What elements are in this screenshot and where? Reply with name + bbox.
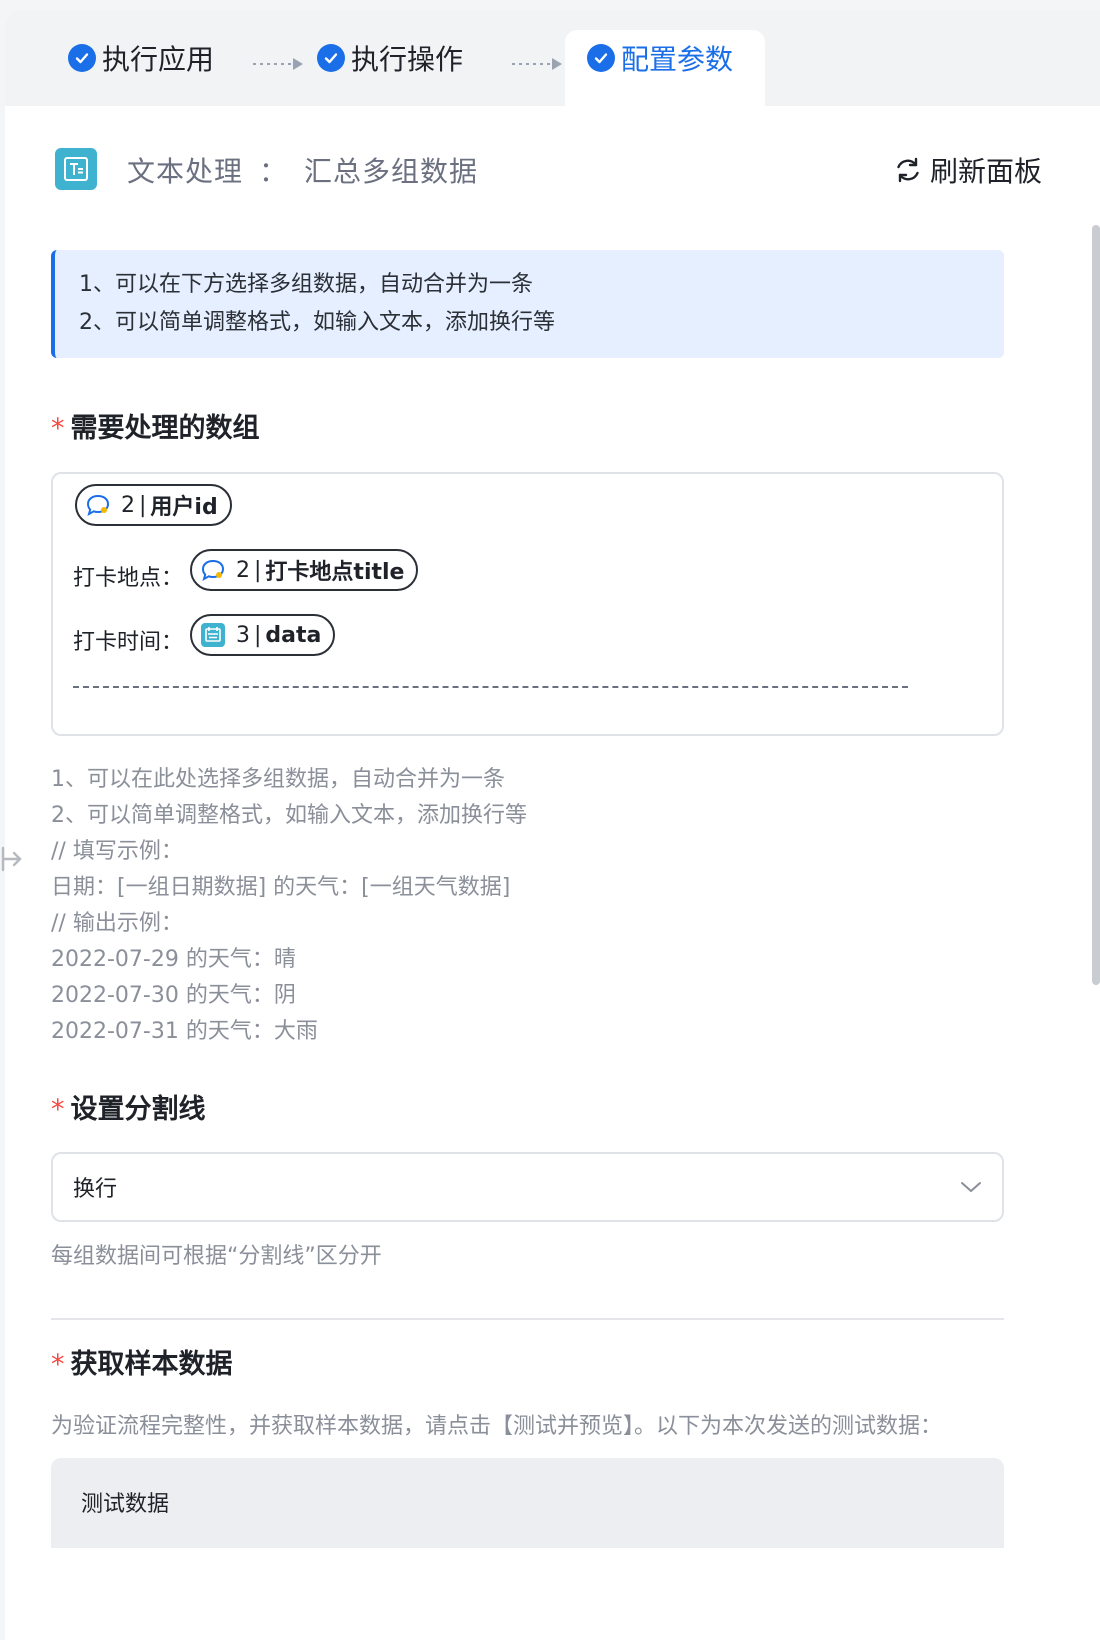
required-mark: * bbox=[51, 413, 65, 444]
field-label-text: 设置分割线 bbox=[70, 1094, 206, 1125]
required-mark: * bbox=[51, 1094, 65, 1125]
chip-divider: | bbox=[254, 622, 262, 648]
help-line: // 填写示例： bbox=[51, 839, 183, 864]
help-line: 日期：[一组日期数据] 的天气：[一组天气数据] bbox=[51, 875, 511, 900]
field-label-text: 获取样本数据 bbox=[70, 1349, 233, 1380]
sample-hint: 为验证流程完整性，并获取样本数据，请点击【测试并预览】。以下为本次发送的测试数据… bbox=[51, 1414, 943, 1439]
help-line: 2、可以简单调整格式，如输入文本，添加换行等 bbox=[51, 803, 527, 828]
data-chip-user-id[interactable]: 2 | 用户id bbox=[75, 484, 232, 526]
help-line: 1、可以在此处选择多组数据，自动合并为一条 bbox=[51, 767, 505, 792]
header: 文本处理 ： 汇总多组数据 刷新面板 bbox=[5, 140, 1100, 200]
step-execute-action[interactable]: 执行操作 bbox=[317, 28, 463, 88]
step-label: 执行应用 bbox=[102, 43, 215, 76]
line-label-time: 打卡时间： bbox=[73, 630, 184, 655]
page-title: 文本处理 ： 汇总多组数据 bbox=[127, 150, 478, 190]
step-tabs: 执行应用 执行操作 配置参数 bbox=[5, 10, 1100, 108]
help-line: // 输出示例： bbox=[51, 911, 183, 936]
help-line: 2022-07-30 的天气：阴 bbox=[51, 983, 296, 1008]
refresh-label: 刷新面板 bbox=[929, 155, 1042, 188]
app-name: 文本处理 bbox=[127, 155, 244, 188]
calendar-icon bbox=[201, 623, 225, 647]
chip-name: 用户id bbox=[150, 495, 218, 520]
drag-handle-icon[interactable] bbox=[0, 842, 24, 876]
chip-step-number: 2 bbox=[121, 492, 135, 518]
chat-bubble-icon bbox=[86, 494, 110, 517]
data-chip-location-title[interactable]: 2 | 打卡地点title bbox=[190, 549, 419, 591]
separator-select[interactable]: 换行 bbox=[51, 1152, 1004, 1222]
action-name: 汇总多组数据 bbox=[304, 155, 479, 188]
text-processing-icon bbox=[55, 148, 97, 190]
config-panel: 执行应用 执行操作 配置参数 文本处理 ： 汇总多组数据 刷新面板 1、可以在下… bbox=[5, 10, 1100, 1640]
array-field-label: * 需要处理的数组 bbox=[51, 406, 260, 445]
refresh-panel-button[interactable]: 刷新面板 bbox=[894, 150, 1042, 190]
refresh-icon bbox=[897, 157, 919, 183]
required-mark: * bbox=[51, 1349, 65, 1380]
chevron-down-icon bbox=[961, 1182, 981, 1192]
scrollbar[interactable] bbox=[1092, 225, 1100, 985]
sample-field-label: * 获取样本数据 bbox=[51, 1342, 233, 1381]
section-divider bbox=[51, 1318, 1004, 1320]
separator-hint: 每组数据间可根据“分割线”区分开 bbox=[51, 1244, 382, 1269]
step-execute-app[interactable]: 执行应用 bbox=[68, 28, 214, 88]
test-data-panel: 测试数据 bbox=[51, 1458, 1004, 1548]
chip-name: 打卡地点title bbox=[265, 560, 405, 585]
chip-step-number: 2 bbox=[236, 557, 250, 583]
dashed-separator-line bbox=[73, 686, 908, 690]
info-line: 1、可以在下方选择多组数据，自动合并为一条 bbox=[79, 272, 533, 297]
chip-divider: | bbox=[254, 557, 262, 583]
check-circle-icon bbox=[587, 44, 615, 72]
data-chip-data[interactable]: 3 | data bbox=[190, 614, 336, 656]
field-label-text: 需要处理的数组 bbox=[70, 413, 260, 444]
help-line: 2022-07-31 的天气：大雨 bbox=[51, 1019, 318, 1044]
step-arrow-icon bbox=[512, 58, 562, 70]
step-arrow-icon bbox=[253, 58, 303, 70]
separator-field-label: * 设置分割线 bbox=[51, 1087, 206, 1126]
chip-name: data bbox=[265, 622, 322, 648]
check-circle-icon bbox=[317, 44, 345, 72]
step-label: 配置参数 bbox=[621, 43, 734, 76]
array-editor[interactable]: 2 | 用户id 打卡地点： 2 | 打卡地点title 打卡时间： 3 | data bbox=[51, 472, 1004, 736]
array-field-help: 1、可以在此处选择多组数据，自动合并为一条 2、可以简单调整格式，如输入文本，添… bbox=[51, 762, 527, 1050]
info-callout: 1、可以在下方选择多组数据，自动合并为一条 2、可以简单调整格式，如输入文本，添… bbox=[51, 250, 1004, 358]
step-label: 执行操作 bbox=[351, 43, 464, 76]
chip-divider: | bbox=[139, 492, 147, 518]
test-data-label: 测试数据 bbox=[81, 1492, 170, 1517]
chat-bubble-icon bbox=[201, 559, 225, 582]
info-line: 2、可以简单调整格式，如输入文本，添加换行等 bbox=[79, 310, 555, 335]
step-configure-params[interactable]: 配置参数 bbox=[587, 28, 733, 88]
chip-step-number: 3 bbox=[236, 622, 250, 648]
line-label-location: 打卡地点： bbox=[73, 566, 184, 591]
check-circle-icon bbox=[68, 44, 96, 72]
select-value: 换行 bbox=[73, 1177, 118, 1202]
help-line: 2022-07-29 的天气：晴 bbox=[51, 947, 296, 972]
title-separator: ： bbox=[259, 155, 289, 188]
